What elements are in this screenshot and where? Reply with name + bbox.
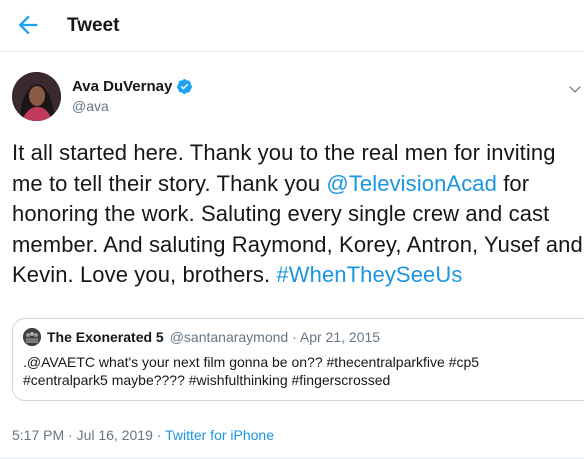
quoted-text-line: #centralpark5 maybe???? #wishfulthinking… xyxy=(23,372,391,388)
tweet-footer: 5:17 PM · Jul 16, 2019 · Twitter for iPh… xyxy=(12,427,274,443)
author-name[interactable]: Ava DuVernay xyxy=(72,78,193,95)
arrow-left-icon[interactable] xyxy=(14,11,42,39)
chevron-down-icon[interactable] xyxy=(568,82,582,96)
tweet-header: Tweet xyxy=(0,0,584,52)
quoted-avatar xyxy=(23,328,41,346)
page-title: Tweet xyxy=(67,15,120,36)
author-name-text[interactable]: Ava DuVernay xyxy=(72,78,172,95)
mention-link[interactable]: @TelevisionAcad xyxy=(326,171,497,196)
quoted-author-name: The Exonerated 5 xyxy=(47,329,164,345)
avatar[interactable] xyxy=(12,72,61,121)
quoted-tweet-header: The Exonerated 5 @santanaraymond · Apr 2… xyxy=(23,328,380,346)
quoted-tweet[interactable]: The Exonerated 5 @santanaraymond · Apr 2… xyxy=(12,318,584,401)
hashtag-link[interactable]: #WhenTheySeeUs xyxy=(276,262,462,287)
verified-badge-icon xyxy=(177,79,193,94)
quoted-tweet-text: .@AVAETC what's your next film gonna be … xyxy=(23,353,583,389)
quoted-text-line: .@AVAETC what's your next film gonna be … xyxy=(23,354,480,370)
tweet-source-link[interactable]: Twitter for iPhone xyxy=(165,427,274,443)
quoted-author-meta: @santanaraymond · Apr 21, 2015 xyxy=(169,329,381,345)
author-handle[interactable]: @ava xyxy=(72,98,109,114)
tweet-timestamp[interactable]: 5:17 PM · Jul 16, 2019 · xyxy=(12,427,165,443)
tweet-body: It all started here. Thank you to the re… xyxy=(12,138,584,291)
